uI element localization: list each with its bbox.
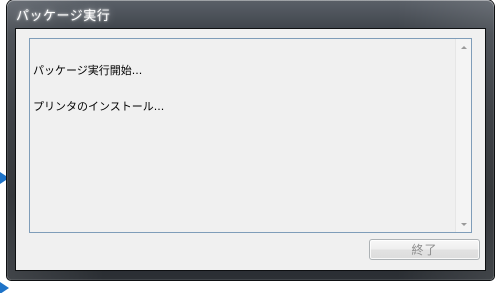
scroll-up-arrow-icon	[460, 45, 467, 49]
desktop: パッケージ実行 パッケージ実行開始... プリンタのインストール... 終了	[0, 0, 501, 293]
scroll-down-arrow-icon	[460, 222, 467, 226]
exit-button[interactable]: 終了	[369, 239, 480, 260]
vertical-scrollbar[interactable]	[455, 39, 471, 232]
package-run-window: パッケージ実行 パッケージ実行開始... プリンタのインストール... 終了	[7, 0, 494, 280]
window-client-area: パッケージ実行開始... プリンタのインストール... 終了	[15, 28, 486, 271]
log-line: パッケージ実行開始...	[33, 64, 143, 77]
window-title: パッケージ実行	[16, 9, 111, 24]
desktop-arrow-icon	[0, 282, 9, 293]
log-line: プリンタのインストール...	[33, 100, 165, 113]
scroll-down-button[interactable]	[456, 216, 471, 232]
scroll-up-button[interactable]	[456, 39, 471, 55]
log-textbox[interactable]: パッケージ実行開始... プリンタのインストール...	[29, 38, 472, 233]
log-text: パッケージ実行開始... プリンタのインストール...	[33, 41, 452, 137]
